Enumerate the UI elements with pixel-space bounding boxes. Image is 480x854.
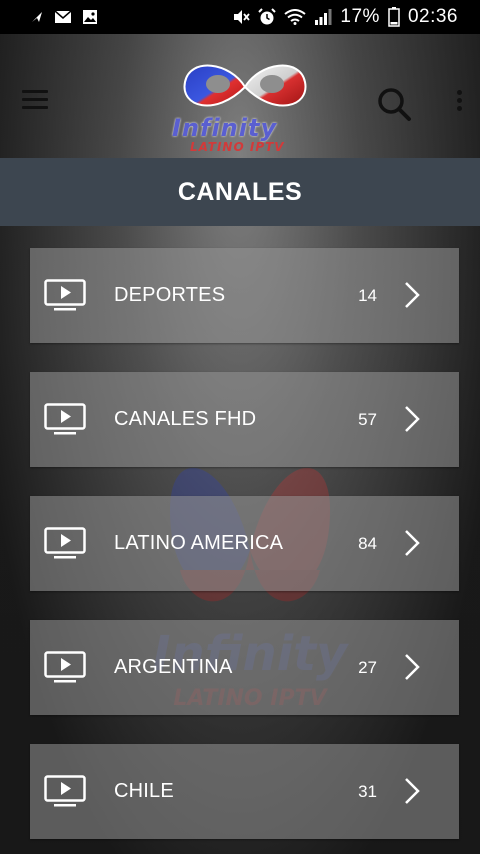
mail-icon — [54, 10, 72, 23]
channel-label: CHILE — [114, 780, 174, 802]
status-left-icons — [30, 9, 98, 25]
channel-label: LATINO AMERICA — [114, 532, 284, 554]
infinity-logo-icon — [183, 64, 307, 107]
channel-count: 57 — [358, 410, 377, 429]
alarm-icon — [258, 8, 277, 25]
channel-item-latino-america[interactable]: LATINO AMERICA 84 — [30, 496, 459, 591]
image-icon — [83, 10, 97, 24]
app-screen: 17% 02:36 Infinity LATINO IPTV CANALES D… — [0, 0, 480, 854]
chevron-right-icon — [405, 530, 420, 556]
signal-icon — [315, 9, 332, 25]
navigation-icon — [32, 12, 42, 22]
chevron-right-icon — [405, 406, 420, 432]
channel-count: 84 — [358, 534, 377, 553]
channel-item-canales-fhd[interactable]: CANALES FHD 57 — [30, 372, 459, 467]
battery-percent: 17% — [340, 6, 380, 27]
chevron-right-icon — [405, 778, 420, 804]
channel-label: CANALES FHD — [114, 408, 257, 430]
status-right-icons: 17% 02:36 — [232, 6, 458, 28]
tv-play-icon — [44, 279, 86, 311]
channel-item-argentina[interactable]: ARGENTINA 27 — [30, 620, 459, 715]
page-title: CANALES — [177, 177, 303, 206]
logo-subtext: LATINO IPTV — [190, 140, 285, 154]
hamburger-menu-icon[interactable] — [22, 90, 48, 110]
status-bar: 17% 02:36 — [0, 0, 480, 34]
tv-play-icon — [44, 527, 86, 559]
channel-label: DEPORTES — [114, 284, 226, 306]
search-icon[interactable] — [376, 86, 412, 122]
channel-list: DEPORTES 14 CANALES FHD 57 LATINO AMERIC… — [30, 248, 459, 854]
battery-icon — [388, 7, 400, 27]
tv-play-icon — [44, 775, 86, 807]
logo-text: Infinity — [172, 114, 278, 142]
more-vert-icon[interactable] — [454, 90, 464, 114]
channel-count: 14 — [358, 286, 377, 305]
channel-item-deportes[interactable]: DEPORTES 14 — [30, 248, 459, 343]
title-bar: CANALES — [0, 158, 480, 226]
clock: 02:36 — [407, 6, 458, 27]
channel-item-chile[interactable]: CHILE 31 — [30, 744, 459, 839]
app-header: Infinity LATINO IPTV — [0, 34, 480, 158]
chevron-right-icon — [405, 282, 420, 308]
tv-play-icon — [44, 403, 86, 435]
channel-count: 31 — [358, 782, 377, 801]
mute-icon — [234, 10, 251, 24]
chevron-right-icon — [405, 654, 420, 680]
channel-count: 27 — [358, 658, 377, 677]
channel-label: ARGENTINA — [114, 656, 233, 678]
wifi-icon — [284, 9, 307, 25]
tv-play-icon — [44, 651, 86, 683]
app-logo: Infinity LATINO IPTV — [160, 52, 330, 156]
